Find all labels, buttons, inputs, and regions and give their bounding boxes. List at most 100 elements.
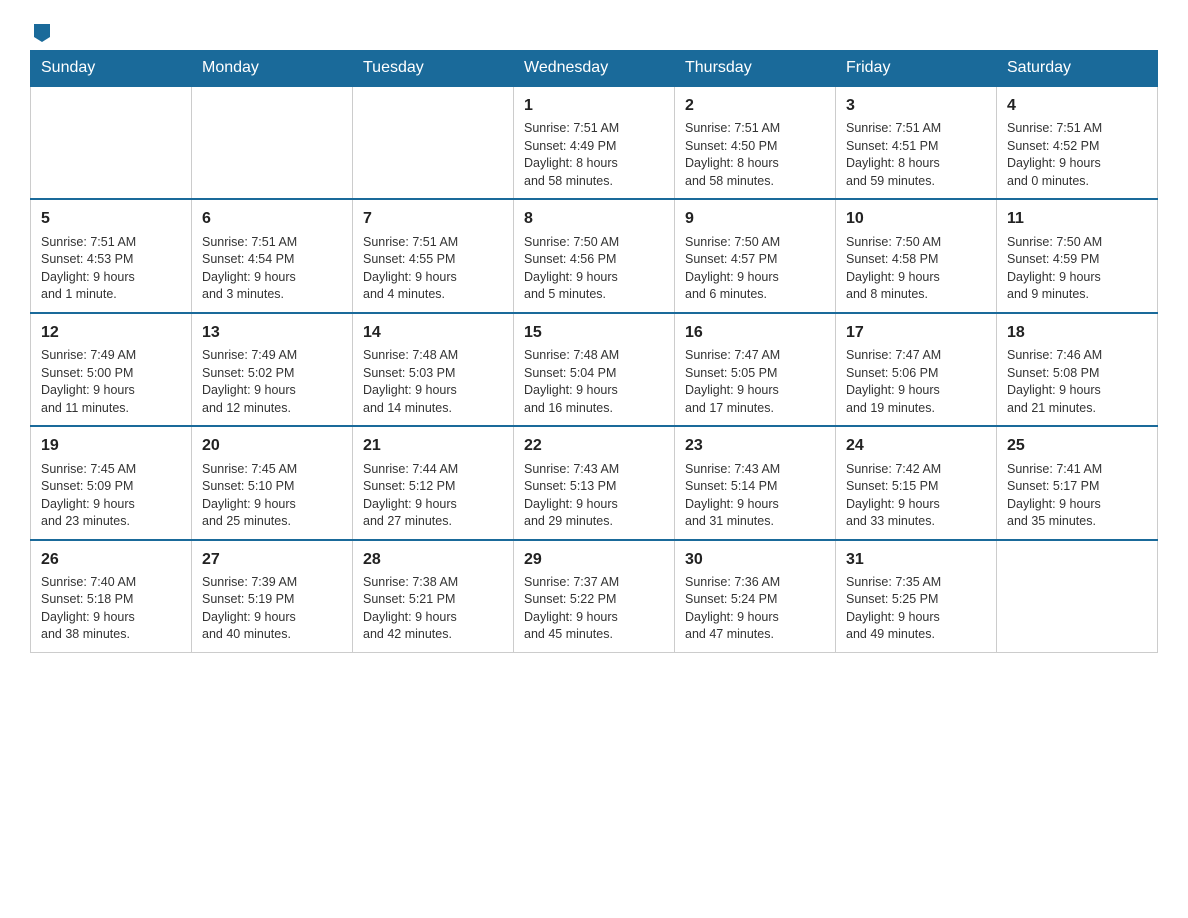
day-info: Sunrise: 7:51 AMSunset: 4:54 PMDaylight:… [202, 234, 342, 304]
day-number: 7 [363, 208, 503, 230]
day-info: Sunrise: 7:50 AMSunset: 4:58 PMDaylight:… [846, 234, 986, 304]
day-number: 14 [363, 322, 503, 344]
calendar-table: SundayMondayTuesdayWednesdayThursdayFrid… [30, 50, 1158, 653]
calendar-cell: 21Sunrise: 7:44 AMSunset: 5:12 PMDayligh… [353, 426, 514, 539]
calendar-week-4: 19 Sunrise: 7:45 AMSunset: 5:09 PMDayligh… [31, 426, 1158, 539]
calendar-cell: 7Sunrise: 7:51 AMSunset: 4:55 PMDaylight… [353, 199, 514, 312]
calendar-cell: 15Sunrise: 7:48 AMSunset: 5:04 PMDayligh… [514, 313, 675, 426]
day-number: 30 [685, 549, 825, 571]
calendar-cell: 14 Sunrise: 7:48 AMSunset: 5:03 PMDayligh… [353, 313, 514, 426]
day-info: Sunrise: 7:43 AMSunset: 5:13 PMDaylight:… [524, 461, 664, 531]
calendar-cell: 22Sunrise: 7:43 AMSunset: 5:13 PMDayligh… [514, 426, 675, 539]
day-number: 9 [685, 208, 825, 230]
day-number: 5 [41, 208, 181, 230]
column-header-thursday: Thursday [675, 51, 836, 87]
column-header-saturday: Saturday [997, 51, 1158, 87]
day-info: Sunrise: 7:42 AMSunset: 5:15 PMDaylight:… [846, 461, 986, 531]
calendar-cell: 31Sunrise: 7:35 AMSunset: 5:25 PMDayligh… [836, 540, 997, 653]
day-info: Sunrise: 7:41 AMSunset: 5:17 PMDaylight:… [1007, 461, 1147, 531]
day-info: Sunrise: 7:47 AMSunset: 5:06 PMDaylight:… [846, 347, 986, 417]
day-number: 12 [41, 322, 181, 344]
calendar-cell: 23 Sunrise: 7:43 AMSunset: 5:14 PMDayligh… [675, 426, 836, 539]
calendar-week-3: 12 Sunrise: 7:49 AMSunset: 5:00 PMDayligh… [31, 313, 1158, 426]
day-info: Sunrise: 7:45 AMSunset: 5:10 PMDaylight:… [202, 461, 342, 531]
day-number: 4 [1007, 95, 1147, 117]
day-info: Sunrise: 7:48 AMSunset: 5:03 PMDaylight:… [363, 347, 503, 417]
calendar-cell: 5 Sunrise: 7:51 AMSunset: 4:53 PMDaylight… [31, 199, 192, 312]
logo-flag-icon [31, 22, 53, 44]
day-number: 19 [41, 435, 181, 457]
day-info: Sunrise: 7:35 AMSunset: 5:25 PMDaylight:… [846, 574, 986, 644]
calendar-cell: 20 Sunrise: 7:45 AMSunset: 5:10 PMDayligh… [192, 426, 353, 539]
day-info: Sunrise: 7:39 AMSunset: 5:19 PMDaylight:… [202, 574, 342, 644]
calendar-cell: 9 Sunrise: 7:50 AMSunset: 4:57 PMDaylight… [675, 199, 836, 312]
column-header-wednesday: Wednesday [514, 51, 675, 87]
calendar-cell [997, 540, 1158, 653]
day-info: Sunrise: 7:51 AMSunset: 4:50 PMDaylight:… [685, 120, 825, 190]
calendar-cell: 16 Sunrise: 7:47 AMSunset: 5:05 PMDayligh… [675, 313, 836, 426]
day-number: 25 [1007, 435, 1147, 457]
day-info: Sunrise: 7:51 AMSunset: 4:51 PMDaylight:… [846, 120, 986, 190]
calendar-cell: 24 Sunrise: 7:42 AMSunset: 5:15 PMDayligh… [836, 426, 997, 539]
calendar-cell: 11 Sunrise: 7:50 AMSunset: 4:59 PMDayligh… [997, 199, 1158, 312]
calendar-cell: 27 Sunrise: 7:39 AMSunset: 5:19 PMDayligh… [192, 540, 353, 653]
day-info: Sunrise: 7:40 AMSunset: 5:18 PMDaylight:… [41, 574, 181, 644]
calendar-cell: 3Sunrise: 7:51 AMSunset: 4:51 PMDaylight… [836, 86, 997, 199]
day-info: Sunrise: 7:51 AMSunset: 4:53 PMDaylight:… [41, 234, 181, 304]
day-info: Sunrise: 7:50 AMSunset: 4:57 PMDaylight:… [685, 234, 825, 304]
calendar-cell: 4 Sunrise: 7:51 AMSunset: 4:52 PMDaylight… [997, 86, 1158, 199]
day-number: 23 [685, 435, 825, 457]
calendar-cell [192, 86, 353, 199]
calendar-cell: 25 Sunrise: 7:41 AMSunset: 5:17 PMDayligh… [997, 426, 1158, 539]
day-info: Sunrise: 7:36 AMSunset: 5:24 PMDaylight:… [685, 574, 825, 644]
logo [30, 20, 53, 40]
day-info: Sunrise: 7:50 AMSunset: 4:59 PMDaylight:… [1007, 234, 1147, 304]
calendar-cell: 28 Sunrise: 7:38 AMSunset: 5:21 PMDayligh… [353, 540, 514, 653]
day-info: Sunrise: 7:48 AMSunset: 5:04 PMDaylight:… [524, 347, 664, 417]
day-number: 29 [524, 549, 664, 571]
day-info: Sunrise: 7:50 AMSunset: 4:56 PMDaylight:… [524, 234, 664, 304]
column-header-sunday: Sunday [31, 51, 192, 87]
day-info: Sunrise: 7:38 AMSunset: 5:21 PMDaylight:… [363, 574, 503, 644]
day-number: 1 [524, 95, 664, 117]
calendar-header-row: SundayMondayTuesdayWednesdayThursdayFrid… [31, 51, 1158, 87]
day-info: Sunrise: 7:49 AMSunset: 5:00 PMDaylight:… [41, 347, 181, 417]
calendar-cell: 17 Sunrise: 7:47 AMSunset: 5:06 PMDayligh… [836, 313, 997, 426]
calendar-cell: 8 Sunrise: 7:50 AMSunset: 4:56 PMDaylight… [514, 199, 675, 312]
day-number: 10 [846, 208, 986, 230]
day-number: 11 [1007, 208, 1147, 230]
day-info: Sunrise: 7:37 AMSunset: 5:22 PMDaylight:… [524, 574, 664, 644]
calendar-week-5: 26 Sunrise: 7:40 AMSunset: 5:18 PMDayligh… [31, 540, 1158, 653]
day-number: 27 [202, 549, 342, 571]
calendar-cell [31, 86, 192, 199]
day-info: Sunrise: 7:45 AMSunset: 5:09 PMDaylight:… [41, 461, 181, 531]
calendar-cell: 1 Sunrise: 7:51 AMSunset: 4:49 PMDaylight… [514, 86, 675, 199]
calendar-cell: 29 Sunrise: 7:37 AMSunset: 5:22 PMDayligh… [514, 540, 675, 653]
calendar-cell: 18Sunrise: 7:46 AMSunset: 5:08 PMDayligh… [997, 313, 1158, 426]
day-number: 24 [846, 435, 986, 457]
day-number: 8 [524, 208, 664, 230]
day-number: 28 [363, 549, 503, 571]
day-info: Sunrise: 7:43 AMSunset: 5:14 PMDaylight:… [685, 461, 825, 531]
day-info: Sunrise: 7:51 AMSunset: 4:49 PMDaylight:… [524, 120, 664, 190]
day-number: 6 [202, 208, 342, 230]
column-header-monday: Monday [192, 51, 353, 87]
calendar-cell: 6 Sunrise: 7:51 AMSunset: 4:54 PMDaylight… [192, 199, 353, 312]
calendar-cell: 12 Sunrise: 7:49 AMSunset: 5:00 PMDayligh… [31, 313, 192, 426]
calendar-cell: 2 Sunrise: 7:51 AMSunset: 4:50 PMDaylight… [675, 86, 836, 199]
calendar-week-1: 1 Sunrise: 7:51 AMSunset: 4:49 PMDaylight… [31, 86, 1158, 199]
day-number: 26 [41, 549, 181, 571]
calendar-cell: 19 Sunrise: 7:45 AMSunset: 5:09 PMDayligh… [31, 426, 192, 539]
calendar-week-2: 5 Sunrise: 7:51 AMSunset: 4:53 PMDaylight… [31, 199, 1158, 312]
day-info: Sunrise: 7:44 AMSunset: 5:12 PMDaylight:… [363, 461, 503, 531]
calendar-cell: 13Sunrise: 7:49 AMSunset: 5:02 PMDayligh… [192, 313, 353, 426]
day-info: Sunrise: 7:51 AMSunset: 4:52 PMDaylight:… [1007, 120, 1147, 190]
day-info: Sunrise: 7:47 AMSunset: 5:05 PMDaylight:… [685, 347, 825, 417]
day-number: 2 [685, 95, 825, 117]
day-number: 17 [846, 322, 986, 344]
day-number: 13 [202, 322, 342, 344]
day-number: 16 [685, 322, 825, 344]
day-number: 18 [1007, 322, 1147, 344]
day-number: 20 [202, 435, 342, 457]
calendar-cell [353, 86, 514, 199]
